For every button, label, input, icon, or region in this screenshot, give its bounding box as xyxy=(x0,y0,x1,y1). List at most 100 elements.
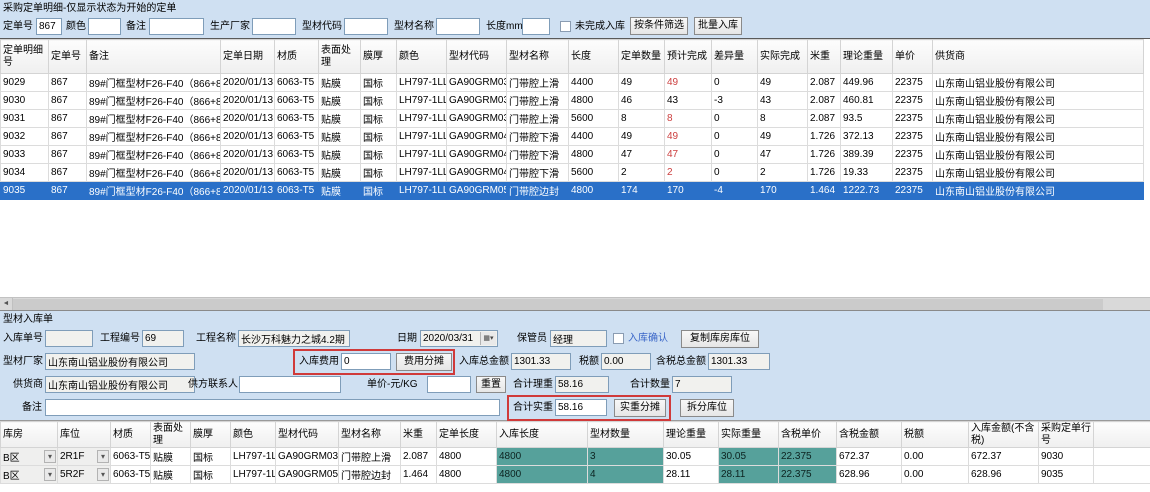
cell: 2 xyxy=(758,164,808,182)
supplier-input[interactable] xyxy=(45,376,195,393)
column-header[interactable]: 型材名称 xyxy=(507,40,569,74)
table-row[interactable]: 903086789#门框型材F26-F40（866+867）2020/01/13… xyxy=(1,92,1144,110)
scroll-left-arrow-icon[interactable]: ◄ xyxy=(0,298,13,310)
horizontal-scrollbar[interactable]: ◄ xyxy=(0,297,1150,310)
table-row[interactable]: 903586789#门框型材F26-F40（866+867）2020/01/13… xyxy=(1,182,1144,200)
date-picker[interactable]: 2020/03/31 ▦▾ xyxy=(420,330,498,347)
combo-cell[interactable]: B区▾ xyxy=(1,466,58,484)
column-header[interactable]: 表面处理 xyxy=(319,40,361,74)
combo-cell[interactable]: 2R1F▾ xyxy=(58,448,111,466)
project-name-input[interactable] xyxy=(238,330,350,347)
column-header[interactable]: 长度 xyxy=(569,40,619,74)
column-header[interactable]: 采购定单行号 xyxy=(1039,422,1094,448)
column-header[interactable]: 膜厚 xyxy=(191,422,231,448)
manufacturer-input[interactable] xyxy=(252,18,296,35)
column-header[interactable]: 型材数量 xyxy=(588,422,664,448)
column-header[interactable]: 膜厚 xyxy=(361,40,397,74)
column-header[interactable]: 实际完成 xyxy=(758,40,808,74)
column-header[interactable]: 预计完成 xyxy=(665,40,712,74)
filter-by-condition-button[interactable]: 按条件筛选 xyxy=(630,17,688,35)
column-header[interactable]: 型材名称 xyxy=(339,422,401,448)
total-with-tax-input[interactable] xyxy=(708,353,770,370)
column-header[interactable]: 库房 xyxy=(1,422,58,448)
cell: 867 xyxy=(49,92,87,110)
table-row[interactable]: B区▾2R1F▾6063-T5贴膜国标LH797-1LL0GA90GRM03门带… xyxy=(1,448,1150,466)
profile-name-input[interactable] xyxy=(436,18,480,35)
column-header[interactable]: 定单日期 xyxy=(221,40,275,74)
combo-cell[interactable]: 5R2F▾ xyxy=(58,466,111,484)
inbound-confirm-checkbox[interactable] xyxy=(613,333,624,344)
unit-price-input[interactable] xyxy=(427,376,471,393)
column-header[interactable]: 定单明细号 xyxy=(1,40,49,74)
column-header[interactable]: 理论重量 xyxy=(841,40,893,74)
column-header[interactable]: 单价 xyxy=(893,40,933,74)
column-header[interactable]: 表面处理 xyxy=(151,422,191,448)
column-header[interactable]: 税额 xyxy=(902,422,969,448)
column-header[interactable]: 颜色 xyxy=(231,422,276,448)
scrollbar-thumb[interactable] xyxy=(13,299,1103,310)
chevron-down-icon[interactable]: ▾ xyxy=(97,450,109,463)
profile-code-input[interactable] xyxy=(344,18,388,35)
column-header[interactable] xyxy=(1094,422,1150,448)
column-header[interactable]: 定单数量 xyxy=(619,40,665,74)
column-header[interactable]: 型材代码 xyxy=(276,422,339,448)
column-header[interactable]: 米重 xyxy=(808,40,841,74)
column-header[interactable]: 入库金额(不含税) xyxy=(969,422,1039,448)
color-input[interactable] xyxy=(88,18,121,35)
column-header[interactable]: 米重 xyxy=(401,422,437,448)
column-header[interactable]: 实际重量 xyxy=(719,422,779,448)
cell: 89#门框型材F26-F40（866+867） xyxy=(87,110,221,128)
chevron-down-icon[interactable]: ▾ xyxy=(97,468,109,481)
column-header[interactable]: 入库长度 xyxy=(497,422,588,448)
cell: 4800 xyxy=(569,146,619,164)
copy-warehouse-location-button[interactable]: 复制库房库位 xyxy=(681,330,759,348)
inbound-items-table: 库房库位材质表面处理膜厚颜色型材代码型材名称米重定单长度入库长度型材数量理论重量… xyxy=(0,421,1150,484)
table-row[interactable]: 902986789#门框型材F26-F40（866+867）2020/01/13… xyxy=(1,74,1144,92)
actual-weight-apportion-button[interactable]: 实重分摊 xyxy=(614,399,666,417)
cell: 国标 xyxy=(361,74,397,92)
column-header[interactable]: 定单号 xyxy=(49,40,87,74)
column-header[interactable]: 材质 xyxy=(111,422,151,448)
total-actual-input[interactable] xyxy=(555,399,607,416)
column-header[interactable]: 定单长度 xyxy=(437,422,497,448)
total-qty-input[interactable] xyxy=(672,376,732,393)
chevron-down-icon[interactable]: ▾ xyxy=(44,468,56,481)
table-row[interactable]: 903386789#门框型材F26-F40（866+867）2020/01/13… xyxy=(1,146,1144,164)
column-header[interactable]: 含税金额 xyxy=(837,422,902,448)
keeper-input[interactable] xyxy=(550,330,607,347)
order-no-input[interactable] xyxy=(36,18,62,35)
fee-apportion-button[interactable]: 费用分摊 xyxy=(396,353,452,371)
receipt-no-input[interactable] xyxy=(45,330,93,347)
length-input[interactable] xyxy=(522,18,550,35)
column-header[interactable]: 供货商 xyxy=(933,40,1144,74)
remark-input[interactable] xyxy=(149,18,204,35)
table-row[interactable]: 903186789#门框型材F26-F40（866+867）2020/01/13… xyxy=(1,110,1144,128)
column-header[interactable]: 差异量 xyxy=(712,40,758,74)
contact-input[interactable] xyxy=(239,376,341,393)
factory-input[interactable] xyxy=(45,353,195,370)
total-amount-input[interactable] xyxy=(511,353,571,370)
batch-inbound-button[interactable]: 批量入库 xyxy=(694,17,742,35)
reset-button[interactable]: 重置 xyxy=(476,376,506,393)
column-header[interactable]: 材质 xyxy=(275,40,319,74)
column-header[interactable]: 含税单价 xyxy=(779,422,837,448)
tax-input[interactable] xyxy=(601,353,651,370)
table-row[interactable]: 903286789#门框型材F26-F40（866+867）2020/01/13… xyxy=(1,128,1144,146)
unfinished-checkbox[interactable] xyxy=(560,21,571,32)
table-row[interactable]: B区▾5R2F▾6063-T5贴膜国标LH797-1LL0GA90GRM05门带… xyxy=(1,466,1150,484)
total-theory-input[interactable] xyxy=(555,376,609,393)
cell: 门带腔下滑 xyxy=(507,128,569,146)
cell: 867 xyxy=(49,110,87,128)
chevron-down-icon[interactable]: ▾ xyxy=(44,450,56,463)
combo-cell[interactable]: B区▾ xyxy=(1,448,58,466)
fee-input[interactable] xyxy=(341,353,391,370)
column-header[interactable]: 备注 xyxy=(87,40,221,74)
column-header[interactable]: 颜色 xyxy=(397,40,447,74)
remark-field-input[interactable] xyxy=(45,399,500,416)
column-header[interactable]: 型材代码 xyxy=(447,40,507,74)
table-row[interactable]: 903486789#门框型材F26-F40（866+867）2020/01/13… xyxy=(1,164,1144,182)
column-header[interactable]: 库位 xyxy=(58,422,111,448)
column-header[interactable]: 理论重量 xyxy=(664,422,719,448)
split-location-button[interactable]: 拆分库位 xyxy=(680,399,734,417)
project-no-input[interactable] xyxy=(142,330,184,347)
